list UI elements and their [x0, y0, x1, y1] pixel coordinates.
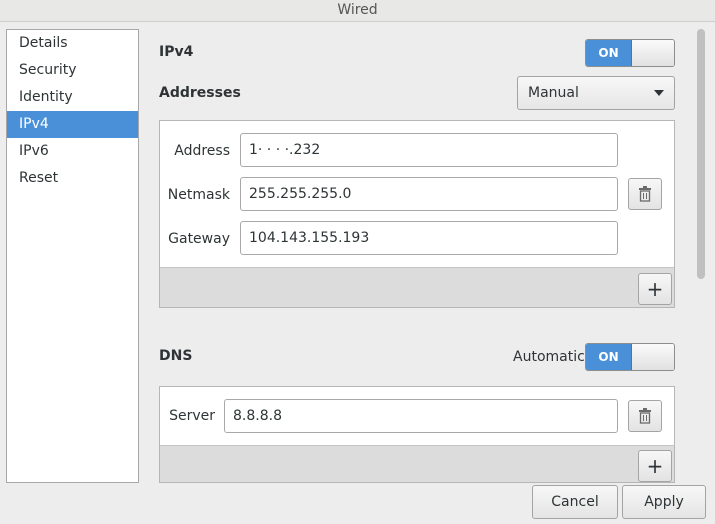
- sidebar-item-reset[interactable]: Reset: [7, 165, 138, 192]
- addresses-footer: +: [159, 267, 675, 308]
- dns-section-title: DNS: [159, 348, 193, 364]
- content-scrollbar[interactable]: [697, 29, 705, 279]
- dns-server-input[interactable]: 8.8.8.8: [224, 399, 618, 433]
- settings-sidebar: Details Security Identity IPv4 IPv6 Rese…: [6, 29, 139, 483]
- plus-icon: +: [646, 454, 664, 478]
- ipv4-toggle-switch[interactable]: ON: [585, 39, 675, 67]
- delete-address-button[interactable]: [628, 178, 662, 210]
- dns-footer: +: [159, 445, 675, 483]
- dns-toggle-knob: [632, 344, 674, 370]
- ipv4-method-dropdown[interactable]: Manual: [517, 76, 675, 110]
- address-input[interactable]: 1· · · ·.232: [240, 133, 618, 167]
- trash-icon: [639, 408, 651, 424]
- sidebar-item-security[interactable]: Security: [7, 57, 138, 84]
- addresses-panel: Address 1· · · ·.232 Netmask 255.255.255…: [159, 120, 675, 268]
- netmask-label: Netmask: [167, 187, 230, 203]
- trash-icon: [639, 186, 651, 202]
- delete-dns-server-button[interactable]: [628, 400, 662, 432]
- chevron-down-icon: [654, 90, 664, 96]
- ipv4-toggle-knob: [632, 40, 674, 66]
- gateway-label: Gateway: [168, 231, 230, 247]
- server-label: Server: [169, 408, 215, 424]
- dns-toggle-on-label: ON: [586, 344, 632, 370]
- ipv4-section-title: IPv4: [159, 44, 194, 60]
- sidebar-item-details[interactable]: Details: [7, 30, 138, 57]
- addresses-title: Addresses: [159, 85, 241, 101]
- add-address-button[interactable]: +: [638, 273, 672, 305]
- dns-automatic-toggle[interactable]: ON: [585, 343, 675, 371]
- sidebar-item-ipv4[interactable]: IPv4: [7, 111, 138, 138]
- sidebar-item-identity[interactable]: Identity: [7, 84, 138, 111]
- add-dns-server-button[interactable]: +: [638, 450, 672, 482]
- dns-automatic-label: Automatic: [513, 349, 585, 365]
- gateway-input[interactable]: 104.143.155.193: [240, 221, 618, 255]
- dns-panel: Server 8.8.8.8: [159, 386, 675, 446]
- window-title: Wired: [0, 0, 715, 22]
- sidebar-item-ipv6[interactable]: IPv6: [7, 138, 138, 165]
- ipv4-toggle-on-label: ON: [586, 40, 632, 66]
- plus-icon: +: [646, 277, 664, 301]
- apply-button[interactable]: Apply: [622, 485, 706, 519]
- netmask-input[interactable]: 255.255.255.0: [240, 177, 618, 211]
- cancel-button[interactable]: Cancel: [532, 485, 618, 519]
- ipv4-method-value: Manual: [528, 85, 579, 101]
- address-label: Address: [174, 143, 230, 159]
